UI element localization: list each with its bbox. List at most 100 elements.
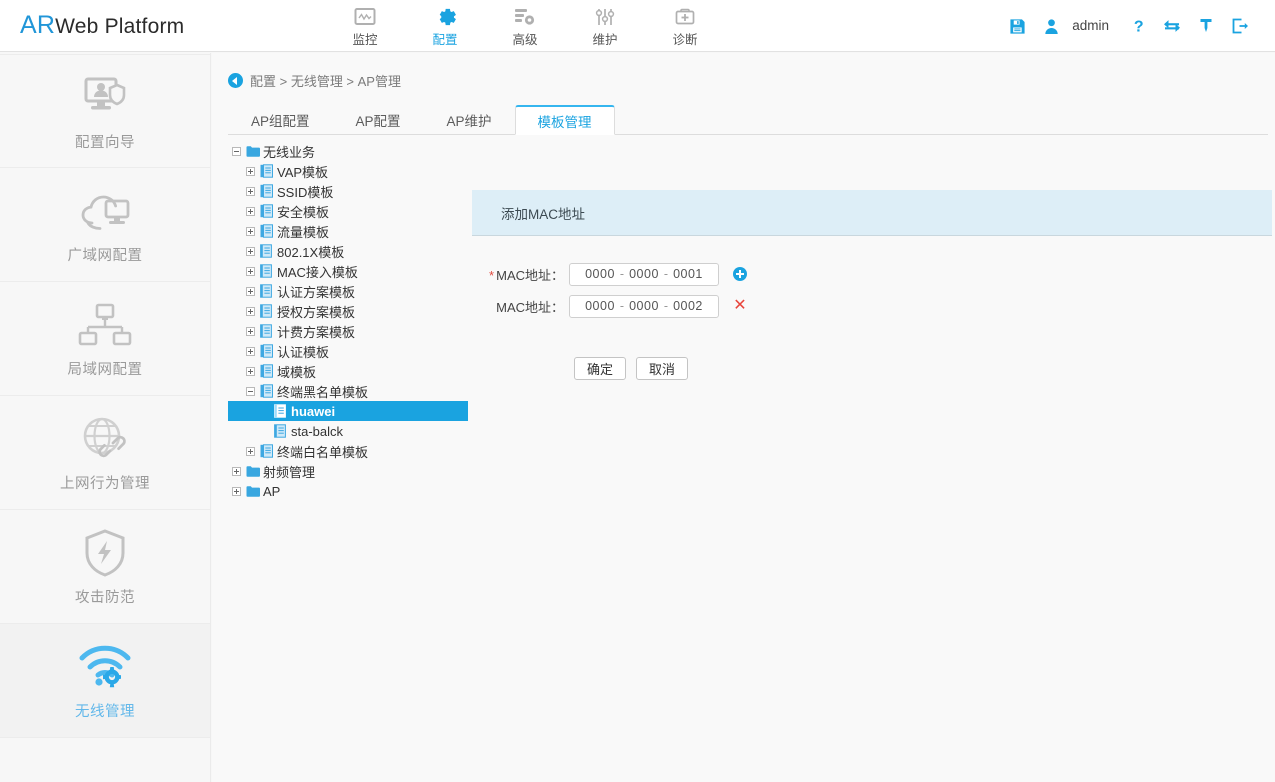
tree-node[interactable]: 流量模板 [228, 221, 472, 241]
sidebar-item-wireless-management[interactable]: 无线管理 [0, 624, 210, 738]
tab-ap-maintenance[interactable]: AP维护 [424, 104, 515, 134]
mac-segment-1[interactable]: 0000 [583, 299, 617, 313]
tree-node-label: huawei [290, 404, 335, 419]
tab-template-management[interactable]: 模板管理 [515, 105, 615, 135]
logout-icon[interactable] [1223, 0, 1257, 52]
template-tree[interactable]: 无线业务VAP模板SSID模板安全模板流量模板802.1X模板MAC接入模板认证… [228, 141, 472, 781]
sidebar-label-internet-behavior: 上网行为管理 [60, 472, 150, 493]
mac-segment-3[interactable]: 0001 [671, 267, 705, 281]
mac-address-row-2: MAC地址： 0000 - 0000 - 0002 ✕ [472, 290, 1272, 322]
tree-toggle-plus-icon[interactable] [246, 447, 255, 456]
sidebar-item-internet-behavior[interactable]: 上网行为管理 [0, 396, 210, 510]
label-text: MAC地址： [496, 300, 564, 315]
tree-node-label: 域模板 [276, 362, 316, 381]
close-x-icon: ✕ [733, 299, 746, 313]
tree-node[interactable]: SSID模板 [228, 181, 472, 201]
nav-item-diagnose[interactable]: 诊断 [645, 0, 725, 52]
tree-node[interactable]: 802.1X模板 [228, 241, 472, 261]
tab-label: 模板管理 [538, 111, 592, 131]
wrench-icon[interactable] [1189, 0, 1223, 52]
tree-toggle-minus-icon[interactable] [232, 147, 241, 156]
tree-toggle-plus-icon[interactable] [246, 307, 255, 316]
sidebar-item-wan-config[interactable]: 广域网配置 [0, 168, 210, 282]
tree-toggle-plus-icon[interactable] [246, 247, 255, 256]
question-mark-icon[interactable]: ? [1121, 0, 1155, 52]
nav-item-monitor[interactable]: 监控 [325, 0, 405, 52]
tree-toggle-plus-icon[interactable] [246, 207, 255, 216]
templates-icon [260, 364, 274, 378]
user-icon[interactable] [1034, 0, 1068, 52]
back-arrow-icon[interactable] [228, 73, 243, 88]
tree-node[interactable]: 射频管理 [228, 461, 472, 481]
templates-icon [260, 184, 274, 198]
tree-node[interactable]: 授权方案模板 [228, 301, 472, 321]
tab-ap-config[interactable]: AP配置 [333, 104, 424, 134]
tree-node[interactable]: 终端黑名单模板 [228, 381, 472, 401]
templates-icon [260, 164, 274, 178]
sliders-icon [594, 4, 616, 30]
tree-node[interactable]: 认证方案模板 [228, 281, 472, 301]
tab-bar: AP组配置 AP配置 AP维护 模板管理 [228, 105, 1268, 135]
sidebar-item-config-wizard[interactable]: 配置向导 [0, 54, 210, 168]
tree-node[interactable]: 计费方案模板 [228, 321, 472, 341]
tree-toggle-plus-icon[interactable] [246, 267, 255, 276]
tree-toggle-plus-icon[interactable] [232, 487, 241, 496]
tree-node[interactable]: huawei [228, 401, 468, 421]
tree-toggle-plus-icon[interactable] [246, 287, 255, 296]
form-button-row: 确定 取消 [472, 357, 1272, 380]
nav-item-maintenance[interactable]: 维护 [565, 0, 645, 52]
top-header-bar: ARWeb Platform 监控 配置 高级 维护 [0, 0, 1275, 52]
save-icon[interactable] [1000, 0, 1034, 52]
ok-button[interactable]: 确定 [574, 357, 626, 380]
tree-node[interactable]: VAP模板 [228, 161, 472, 181]
nav-item-config[interactable]: 配置 [405, 0, 485, 52]
tree-toggle-plus-icon[interactable] [246, 167, 255, 176]
mac-segment-1[interactable]: 0000 [583, 267, 617, 281]
tree-node[interactable]: 域模板 [228, 361, 472, 381]
add-mac-row-button[interactable] [732, 266, 748, 282]
tree-node[interactable]: AP [228, 481, 472, 501]
mac-address-input-1[interactable]: 0000 - 0000 - 0001 [569, 263, 719, 286]
templates-icon [260, 344, 274, 358]
nav-item-advanced[interactable]: 高级 [485, 0, 565, 52]
tree-toggle-plus-icon[interactable] [246, 227, 255, 236]
swap-arrows-icon[interactable] [1155, 0, 1189, 52]
tree-toggle-plus-icon[interactable] [246, 367, 255, 376]
sidebar-item-lan-config[interactable]: 局域网配置 [0, 282, 210, 396]
nav-label-advanced: 高级 [512, 31, 537, 49]
tree-toggle-plus-icon[interactable] [246, 347, 255, 356]
tab-ap-group-config[interactable]: AP组配置 [228, 104, 333, 134]
tree-node[interactable]: 认证模板 [228, 341, 472, 361]
tree-node[interactable]: MAC接入模板 [228, 261, 472, 281]
sidebar-item-attack-defense[interactable]: 攻击防范 [0, 510, 210, 624]
mac-segment-3[interactable]: 0002 [671, 299, 705, 313]
tree-node-label: 计费方案模板 [276, 322, 355, 341]
sidebar-label-attack-defense: 攻击防范 [75, 586, 135, 607]
mac-address-input-2[interactable]: 0000 - 0000 - 0002 [569, 295, 719, 318]
sidebar-label-config-wizard: 配置向导 [75, 131, 135, 152]
mac-address-row-1: *MAC地址： 0000 - 0000 - 0001 [472, 258, 1272, 290]
tree-node[interactable]: sta-balck [228, 421, 472, 441]
mac-address-label-2: MAC地址： [472, 297, 569, 316]
remove-mac-row-button[interactable]: ✕ [732, 298, 748, 314]
logo-platform-text: Web Platform [55, 15, 184, 38]
templates-icon [260, 384, 274, 398]
tree-toggle-plus-icon[interactable] [246, 327, 255, 336]
tree-node[interactable]: 无线业务 [228, 141, 472, 161]
form-panel: 添加MAC地址 *MAC地址： 0000 - 0000 - 0001 MAC地址… [472, 141, 1272, 781]
tree-node[interactable]: 安全模板 [228, 201, 472, 221]
tree-node-label: 无线业务 [262, 142, 315, 161]
tree-toggle-plus-icon[interactable] [246, 187, 255, 196]
tree-toggle-minus-icon[interactable] [246, 387, 255, 396]
left-sidebar: 配置向导 广域网配置 局域网配置 上网行为管理 攻击防范 无线管理 [0, 53, 211, 782]
shield-bolt-icon [81, 526, 129, 580]
tree-toggle-plus-icon[interactable] [232, 467, 241, 476]
mac-segment-2[interactable]: 0000 [627, 267, 661, 281]
folder-icon [246, 464, 260, 478]
mac-segment-2[interactable]: 0000 [627, 299, 661, 313]
cancel-button[interactable]: 取消 [636, 357, 688, 380]
panel-header: 添加MAC地址 [472, 190, 1272, 236]
tree-node[interactable]: 终端白名单模板 [228, 441, 472, 461]
folder-icon [246, 484, 260, 498]
gear-icon [434, 4, 456, 30]
